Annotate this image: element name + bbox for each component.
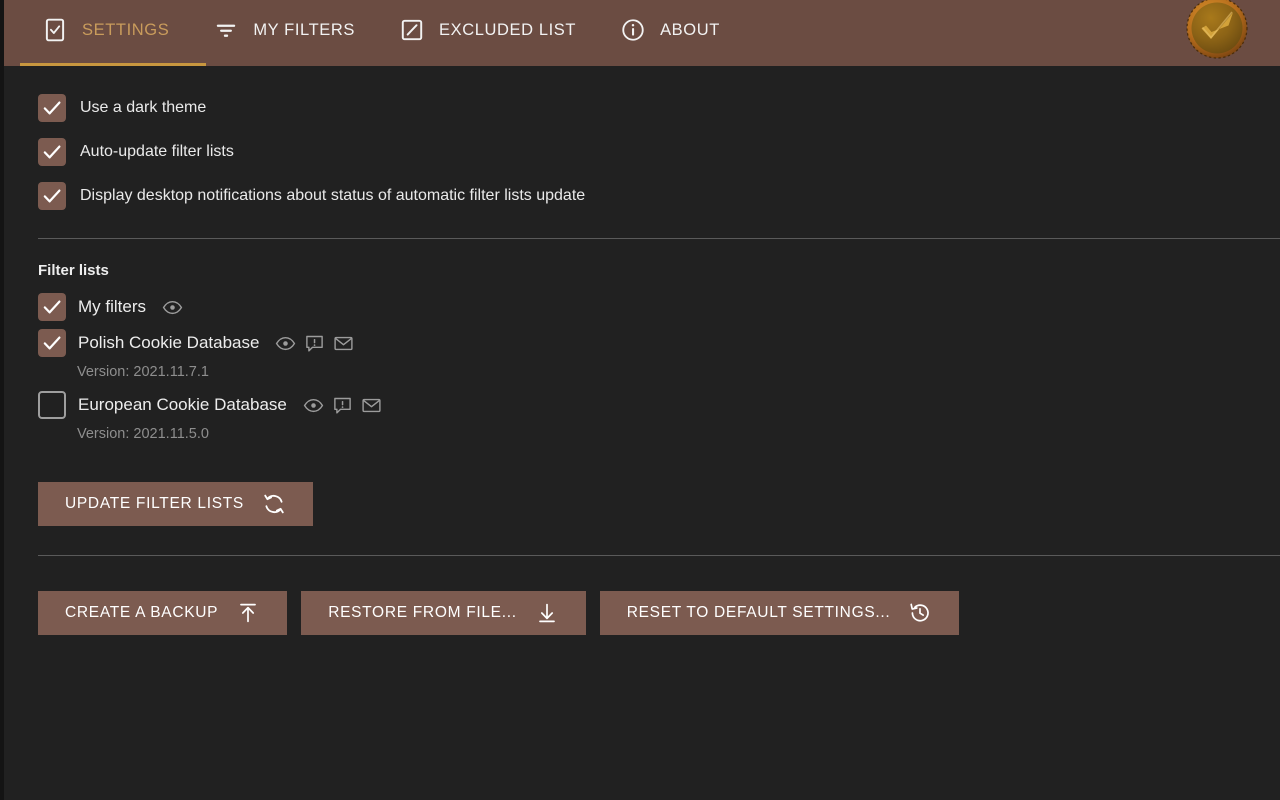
checkbox-polish-cookie-database[interactable] bbox=[38, 329, 66, 357]
option-desktop-notifications[interactable]: Display desktop notifications about stat… bbox=[38, 182, 585, 210]
tab-settings-label: SETTINGS bbox=[82, 20, 170, 39]
filter-list-actions bbox=[162, 297, 183, 318]
filter-list-name: European Cookie Database bbox=[78, 395, 287, 414]
report-issue-icon[interactable] bbox=[332, 395, 353, 416]
app-window: SETTINGS MY FILTERS EXCLUDED LIST ABOUT … bbox=[0, 0, 1280, 800]
tab-excluded-list-label: EXCLUDED LIST bbox=[438, 20, 577, 39]
tab-my-filters[interactable]: MY FILTERS bbox=[191, 0, 377, 60]
filter-list-item-european-cookie-database: European Cookie Database Version: 2021.1… bbox=[38, 391, 1280, 445]
mail-icon[interactable] bbox=[361, 395, 382, 416]
checkbox-auto-update-filter-lists[interactable] bbox=[38, 138, 66, 166]
reset-to-default-settings-button[interactable]: RESET TO DEFAULT SETTINGS... bbox=[599, 591, 960, 635]
app-header: SETTINGS MY FILTERS EXCLUDED LIST ABOUT bbox=[0, 0, 1280, 66]
tab-excluded-list[interactable]: EXCLUDED LIST bbox=[377, 0, 598, 60]
create-backup-label: CREATE A BACKUP bbox=[65, 604, 219, 621]
filter-list-name: Polish Cookie Database bbox=[78, 333, 260, 352]
checkbox-my-filters[interactable] bbox=[38, 293, 66, 321]
filter-list-item-my-filters: My filters bbox=[38, 293, 1280, 321]
option-label: Display desktop notifications about stat… bbox=[80, 187, 586, 204]
filter-list-actions bbox=[275, 333, 354, 354]
checkbox-desktop-notifications[interactable] bbox=[38, 182, 66, 210]
window-left-edge bbox=[0, 0, 4, 800]
eye-icon[interactable] bbox=[303, 395, 324, 416]
section-divider-top bbox=[38, 238, 1280, 239]
filter-list-version: Version: 2021.11.5.0 bbox=[77, 426, 209, 442]
filter-list-item-polish-cookie-database: Polish Cookie Database Version: 2021.11.… bbox=[38, 329, 1280, 383]
filter-list-name: My filters bbox=[78, 297, 146, 316]
upload-icon bbox=[236, 601, 260, 625]
option-use-dark-theme[interactable]: Use a dark theme bbox=[38, 94, 206, 122]
settings-content: Use a dark theme Auto-update filter list… bbox=[0, 66, 1280, 800]
download-icon bbox=[535, 601, 559, 625]
option-label: Auto-update filter lists bbox=[80, 143, 234, 160]
update-filter-lists-label: UPDATE FILTER LISTS bbox=[65, 495, 244, 512]
checkbox-european-cookie-database[interactable] bbox=[38, 391, 66, 419]
option-auto-update-filter-lists[interactable]: Auto-update filter lists bbox=[38, 138, 234, 166]
checkbox-use-dark-theme[interactable] bbox=[38, 94, 66, 122]
report-issue-icon[interactable] bbox=[304, 333, 325, 354]
app-logo-coin-check bbox=[1184, 0, 1250, 61]
refresh-icon bbox=[262, 492, 286, 516]
update-filter-lists-button[interactable]: UPDATE FILTER LISTS bbox=[38, 482, 313, 526]
square-slash-icon bbox=[399, 17, 425, 43]
general-options-group: Use a dark theme Auto-update filter list… bbox=[38, 66, 1280, 210]
filter-funnel-icon bbox=[213, 17, 239, 43]
filter-list-version: Version: 2021.11.7.1 bbox=[77, 364, 209, 380]
filter-lists-title: Filter lists bbox=[38, 262, 109, 279]
tab-my-filters-label: MY FILTERS bbox=[253, 20, 355, 39]
option-label: Use a dark theme bbox=[80, 99, 207, 116]
filter-list-actions bbox=[303, 395, 382, 416]
create-backup-button[interactable]: CREATE A BACKUP bbox=[38, 591, 288, 635]
eye-icon[interactable] bbox=[162, 297, 183, 318]
tab-about-label: ABOUT bbox=[660, 20, 720, 39]
mail-icon[interactable] bbox=[333, 333, 354, 354]
backup-actions-row: CREATE A BACKUP RESTORE FROM FILE... RES… bbox=[38, 591, 1280, 635]
section-divider-bottom bbox=[38, 555, 1280, 556]
reset-to-default-settings-label: RESET TO DEFAULT SETTINGS... bbox=[626, 604, 891, 621]
eye-icon[interactable] bbox=[275, 333, 296, 354]
restore-from-file-label: RESTORE FROM FILE... bbox=[328, 604, 517, 621]
checkbox-square-icon bbox=[42, 17, 68, 43]
tab-settings[interactable]: SETTINGS bbox=[20, 0, 191, 60]
tab-about[interactable]: ABOUT bbox=[598, 0, 742, 60]
history-restore-icon bbox=[908, 601, 932, 625]
info-circle-icon bbox=[620, 17, 646, 43]
restore-from-file-button[interactable]: RESTORE FROM FILE... bbox=[301, 591, 586, 635]
main-tab-bar: SETTINGS MY FILTERS EXCLUDED LIST ABOUT bbox=[0, 0, 742, 60]
